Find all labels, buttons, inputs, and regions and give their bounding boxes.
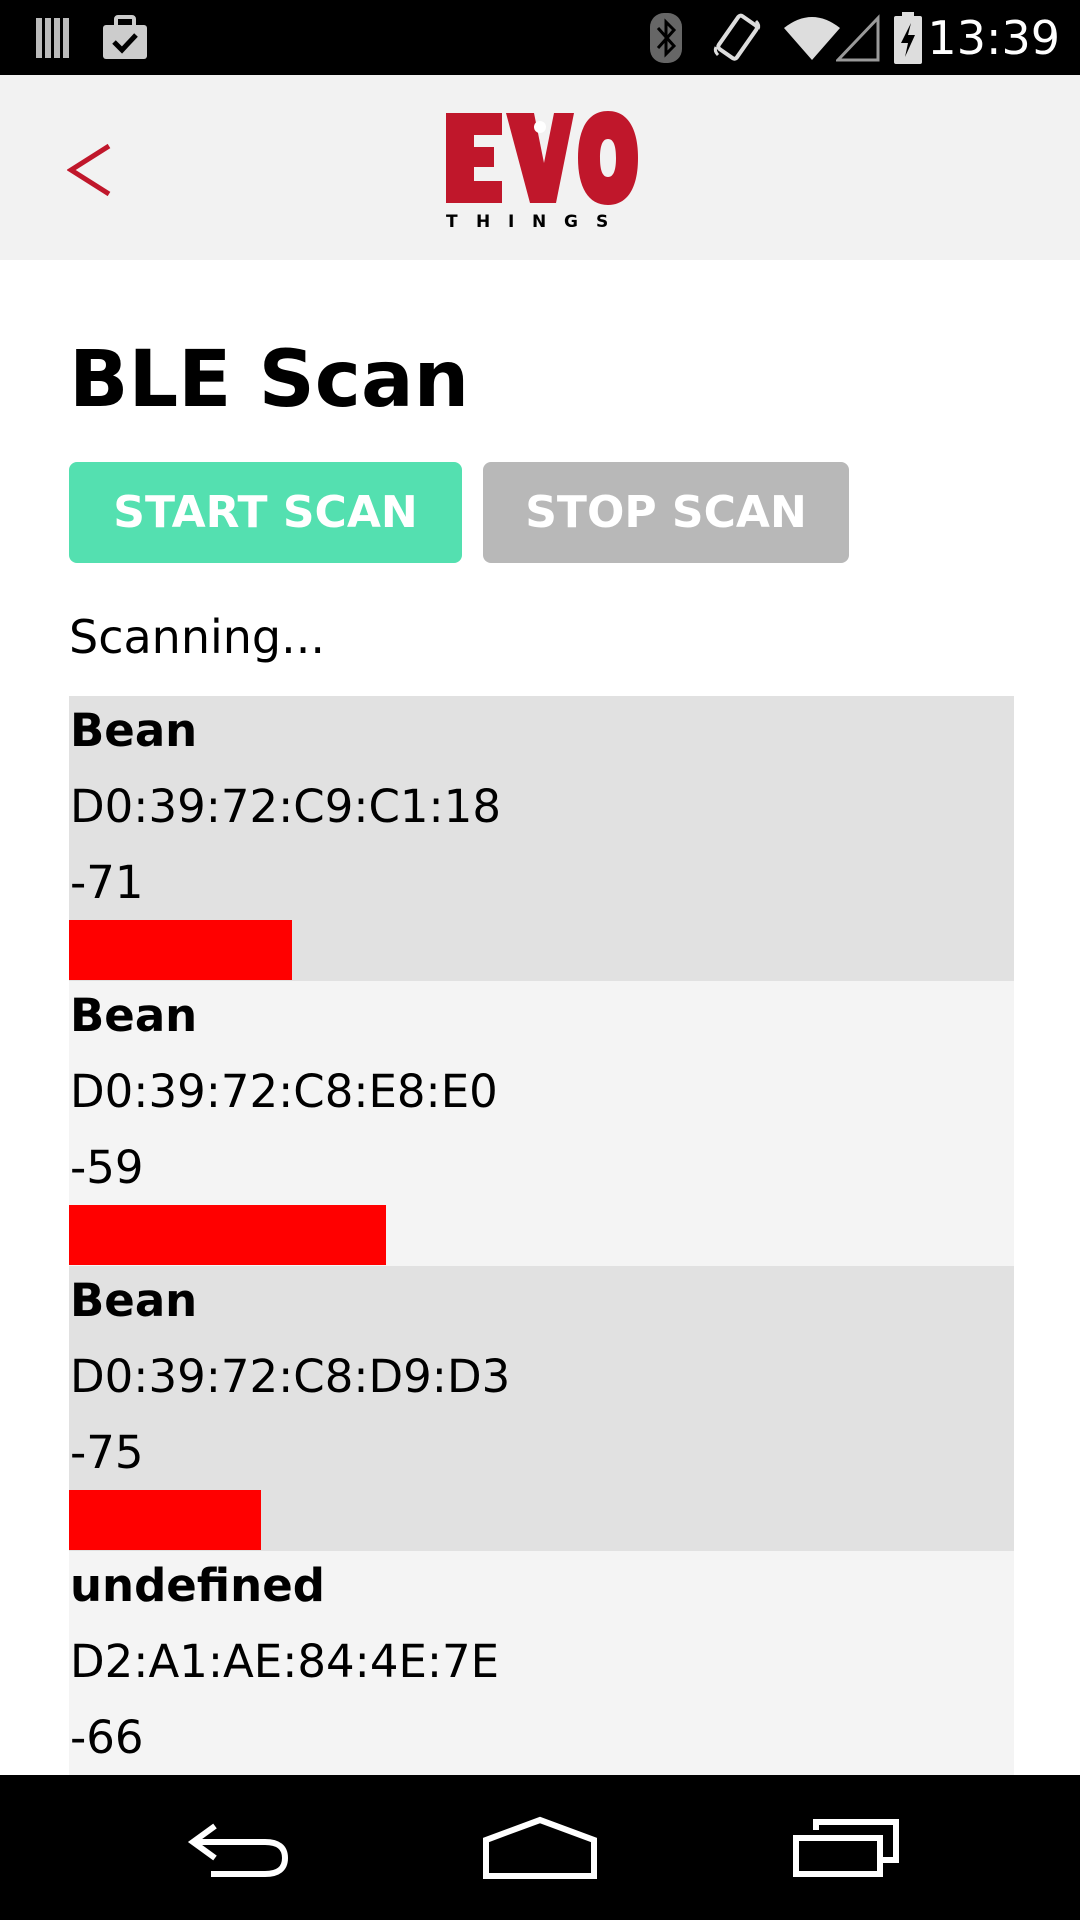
device-item[interactable]: Bean D0:39:72:C8:D9:D3 -75 [69, 1266, 1014, 1551]
chevron-left-icon [67, 143, 111, 197]
status-time: 13:39 [927, 11, 1060, 65]
battery-charging-icon [893, 10, 923, 66]
svg-text:G: G [564, 212, 578, 229]
svg-text:S: S [596, 212, 608, 229]
status-bar: 13:39 [0, 0, 1080, 75]
main-content: BLE Scan START SCAN STOP SCAN Scanning..… [0, 260, 1080, 1775]
device-name: Bean [70, 989, 198, 1042]
signal-strength-bar [69, 1205, 386, 1265]
back-nav-icon [187, 1823, 289, 1877]
start-scan-button[interactable]: START SCAN [69, 462, 462, 563]
svg-text:H: H [476, 212, 490, 229]
scan-status: Scanning... [69, 610, 325, 664]
clipboard-check-icon [100, 10, 150, 66]
evothings-logo: T H I N G S [446, 111, 638, 229]
device-item[interactable]: undefined D2:A1:AE:84:4E:7E -66 [69, 1551, 1014, 1775]
device-list: Bean D0:39:72:C9:C1:18 -71 Bean D0:39:72… [69, 696, 1014, 1775]
cell-signal-icon [836, 10, 880, 66]
navigation-bar [0, 1775, 1080, 1920]
device-name: undefined [70, 1559, 325, 1612]
wifi-icon [782, 10, 842, 66]
device-item[interactable]: Bean D0:39:72:C9:C1:18 -71 [69, 696, 1014, 981]
device-rssi: -59 [70, 1141, 144, 1194]
device-rssi: -71 [70, 856, 144, 909]
page-title: BLE Scan [69, 335, 470, 425]
stop-scan-button[interactable]: STOP SCAN [483, 462, 849, 563]
back-button[interactable] [55, 120, 125, 220]
bluetooth-icon [648, 10, 684, 66]
device-address: D2:A1:AE:84:4E:7E [70, 1635, 500, 1688]
device-rssi: -75 [70, 1426, 144, 1479]
device-item[interactable]: Bean D0:39:72:C8:E8:E0 -59 [69, 981, 1014, 1266]
recents-nav-icon [793, 1818, 899, 1877]
device-address: D0:39:72:C9:C1:18 [70, 780, 501, 833]
svg-text:T: T [446, 212, 458, 229]
device-address: D0:39:72:C8:D9:D3 [70, 1350, 511, 1403]
svg-text:N: N [532, 212, 546, 229]
device-name: Bean [70, 1274, 198, 1327]
signal-strength-bar [69, 1490, 261, 1550]
nav-home-button[interactable] [470, 1805, 610, 1890]
nav-recents-button[interactable] [775, 1805, 915, 1890]
svg-text:I: I [508, 212, 514, 229]
nav-back-button[interactable] [170, 1805, 310, 1890]
home-nav-icon [483, 1816, 597, 1879]
device-name: Bean [70, 704, 198, 757]
signal-strength-bar [69, 920, 292, 980]
sim-cards-icon [34, 10, 74, 66]
app-header: T H I N G S [0, 75, 1080, 260]
vibrate-icon [712, 10, 762, 66]
device-rssi: -66 [70, 1711, 144, 1764]
device-address: D0:39:72:C8:E8:E0 [70, 1065, 498, 1118]
